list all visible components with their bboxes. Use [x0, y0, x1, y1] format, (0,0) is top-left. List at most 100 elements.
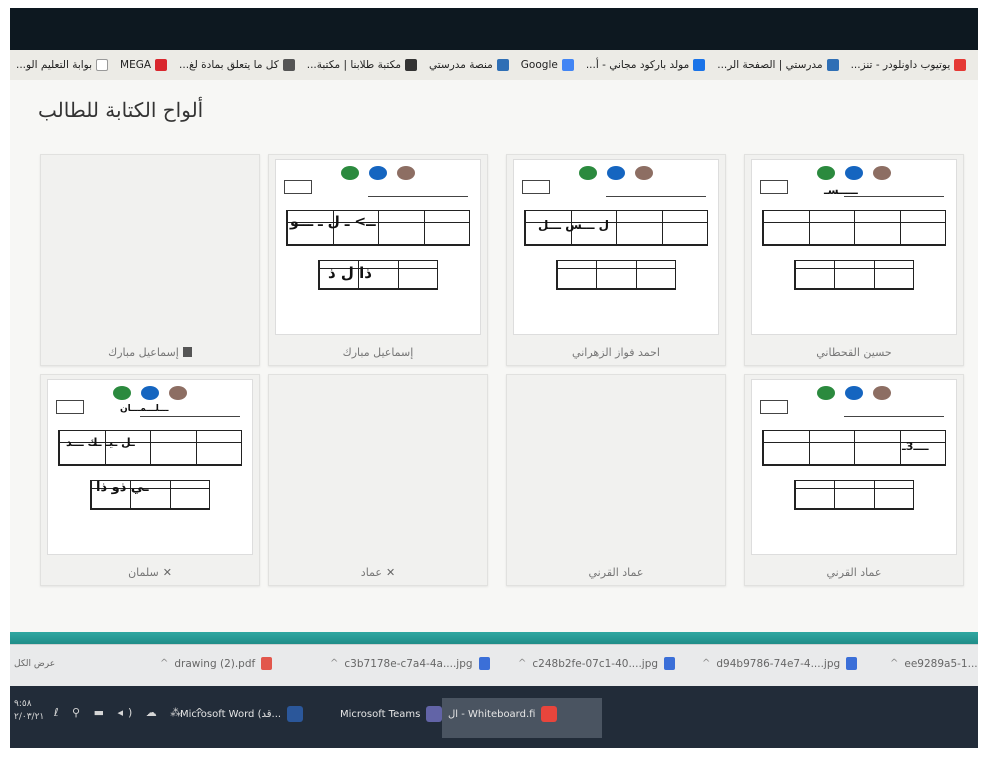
bookmark-item[interactable]: يوتيوب داونلودر - تنز... — [851, 59, 967, 71]
system-clock[interactable]: ٩:٥٨ ٢/٠٣/٢١ — [14, 698, 44, 724]
logo-icon — [341, 166, 359, 180]
worksheet-thumbnail: ل ـــس ـــل — [513, 159, 719, 335]
name-line — [140, 416, 240, 417]
chevron-up-icon[interactable]: ^ — [702, 658, 710, 669]
taskbar-app-label: Microsoft Word (قد... — [180, 708, 282, 720]
globe-icon — [96, 59, 109, 71]
worksheet-thumbnail: ــ> ـ ل ـ ـــو ذا ل ذ — [275, 159, 481, 335]
chevron-up-icon[interactable]: ^ — [160, 658, 168, 669]
bookmark-label: Google — [520, 59, 558, 71]
circle-icon — [405, 59, 417, 71]
logo-icon — [873, 166, 891, 180]
student-name-label: احمد فواز الزهراني — [507, 346, 725, 359]
monitor-screen: بوابة التعليم الو... MEGA كل ما يتعلق بماد… — [10, 8, 978, 748]
pdf-file-icon — [261, 657, 273, 670]
worksheet-table-syllables — [794, 480, 914, 510]
chevron-up-icon[interactable]: ^ — [330, 658, 338, 669]
teal-footer-band — [10, 632, 978, 644]
download-item[interactable]: ^ ee9289a5-1... — [890, 657, 978, 670]
school-logos — [276, 166, 480, 180]
word-icon — [287, 706, 304, 722]
student-name: احمد فواز الزهراني — [572, 346, 660, 359]
chevron-up-icon[interactable]: ^ — [890, 658, 898, 669]
student-name: عماد — [360, 566, 382, 579]
download-item[interactable]: ^ drawing (2).pdf — [160, 657, 273, 670]
bookmark-label: مدرستي | الصفحة الر... — [717, 59, 823, 71]
logo-icon — [845, 166, 863, 180]
worksheet-table-letters — [762, 210, 946, 246]
teams-icon — [426, 706, 443, 722]
download-item[interactable]: ^ c3b7178e-c7a4-4a....jpg — [330, 657, 490, 670]
student-name-label: عماد القرني — [507, 566, 725, 579]
student-board-card[interactable]: ✕عماد — [268, 374, 488, 586]
google-icon — [561, 59, 574, 71]
student-board-card[interactable]: ـــــسـ حسين القحطاني — [744, 154, 964, 366]
chevron-up-icon[interactable]: ^ — [518, 658, 526, 669]
taskbar-app-button[interactable]: ال - Whiteboard.fi — [448, 706, 558, 722]
clock-date: ٢/٠٣/٢١ — [14, 712, 45, 722]
worksheet-thumbnail: ـــلـــمـــان ـل ـيـ ـك ـــد ـي ذو ذا — [47, 379, 253, 555]
show-all-link[interactable]: عرض الكل — [14, 659, 55, 669]
score-box — [56, 400, 84, 414]
logo-icon — [141, 386, 159, 400]
student-board-card[interactable]: ــ> ـ ل ـ ـــو ذا ل ذ إسماعيل مبارك — [268, 154, 488, 366]
score-box — [284, 180, 312, 194]
name-line — [844, 416, 944, 417]
handwriting-stroke: ـــلـــمـــان — [120, 404, 169, 414]
worksheet-thumbnail: ـــــسـ — [751, 159, 957, 335]
bookmark-label: مكتبة طلابنا | مكتبة... — [306, 59, 401, 71]
school-logos — [752, 166, 956, 180]
student-board-card[interactable]: عماد القرني — [506, 374, 726, 586]
page-icon — [496, 59, 509, 71]
school-logos — [48, 386, 252, 400]
bookmark-item[interactable]: مكتبة طلابنا | مكتبة... — [307, 59, 417, 71]
bookmark-label: منصة مدرستي — [429, 59, 493, 71]
downloads-bar: عرض الكل ^ drawing (2).pdf ^ c3b7178e-c7a4-… — [10, 644, 978, 686]
bookmark-label: MEGA — [120, 59, 152, 71]
bookmark-item[interactable]: مدرستي | الصفحة الر... — [717, 59, 839, 71]
bookmark-item[interactable]: MEGA — [120, 59, 168, 71]
bookmark-item[interactable]: بوابة التعليم الو... — [16, 59, 109, 71]
bookmark-item[interactable]: مولد باركود مجاني - أ... — [585, 59, 706, 71]
student-name: إسماعيل مبارك — [108, 346, 179, 359]
score-box — [760, 180, 788, 194]
chrome-icon — [541, 706, 558, 722]
student-name-label: إسماعيل مبارك — [41, 346, 259, 359]
bookmark-item[interactable]: كل ما يتعلق بمادة لغ... — [179, 59, 295, 71]
logo-icon — [817, 166, 835, 180]
download-filename: ee9289a5-1... — [904, 657, 978, 670]
bookmarks-bar: بوابة التعليم الو... MEGA كل ما يتعلق بماد… — [10, 50, 978, 80]
taskbar-app-button[interactable]: Microsoft Word (قد... — [180, 706, 304, 722]
mic-off-icon: ✕ — [162, 566, 172, 579]
logo-icon — [369, 166, 387, 180]
bookmark-item[interactable]: منصة مدرستي — [429, 59, 509, 71]
download-item[interactable]: ^ c248b2fe-07c1-40....jpg — [518, 657, 676, 670]
student-name: حسين القحطاني — [816, 346, 892, 359]
student-name: عماد القرني — [826, 566, 882, 579]
bookmark-item[interactable]: Google — [521, 59, 574, 71]
score-box — [760, 400, 788, 414]
student-name-label: إسماعيل مبارك — [269, 346, 487, 359]
page-title: ألواح الكتابة للطالب — [38, 98, 204, 122]
handwriting-stroke: ذا ل ذ — [328, 264, 372, 282]
handwriting-stroke: ـي ذو ذا — [96, 480, 149, 495]
student-board-card[interactable]: إسماعيل مبارك — [40, 154, 260, 366]
image-file-icon — [478, 657, 490, 670]
handwriting-stroke: ــــ3ـ — [902, 440, 929, 453]
taskbar-app-button[interactable]: Microsoft Teams — [340, 706, 443, 722]
worksheet-table-syllables — [794, 260, 914, 290]
student-name-label: عماد القرني — [745, 566, 963, 579]
whiteboard-page: ألواح الكتابة للطالب إسماعيل مبارك ــ> ـ … — [10, 80, 978, 632]
bookmark-label: بوابة التعليم الو... — [16, 59, 93, 71]
student-board-card[interactable]: ــــ3ـ عماد القرني — [744, 374, 964, 586]
student-board-card[interactable]: ـــلـــمـــان ـل ـيـ ـك ـــد ـي ذو ذا ✕سلما… — [40, 374, 260, 586]
book-icon — [282, 59, 295, 71]
student-name-label: ✕سلمان — [41, 566, 259, 579]
download-item[interactable]: ^ d94b9786-74e7-4....jpg — [702, 657, 858, 670]
mega-icon — [155, 59, 168, 71]
student-board-card[interactable]: ل ـــس ـــل احمد فواز الزهراني — [506, 154, 726, 366]
taskbar-app-label: ال - Whiteboard.fi — [448, 708, 536, 720]
student-name-label: ✕عماد — [269, 566, 487, 579]
bookmark-label: مولد باركود مجاني - أ... — [585, 59, 690, 71]
logo-icon — [635, 166, 653, 180]
